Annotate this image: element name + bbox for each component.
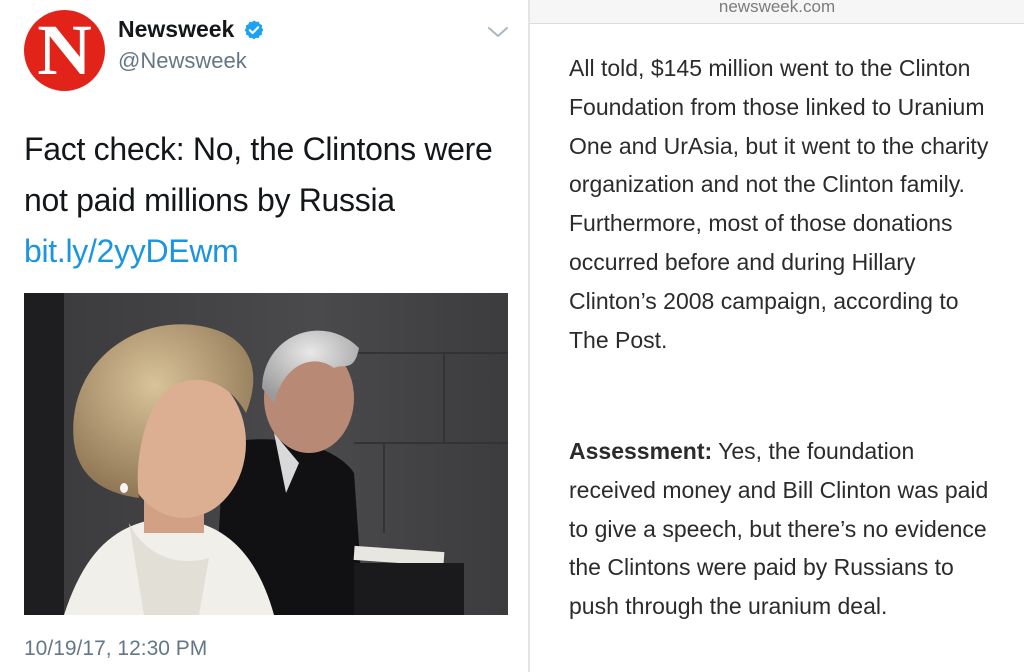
newsweek-avatar[interactable]: N <box>24 10 105 91</box>
article-paragraph-1: All told, $145 million went to the Clint… <box>569 55 989 353</box>
tweet-text: Fact check: No, the Clintons were not pa… <box>24 124 514 277</box>
avatar-letter: N <box>37 10 92 90</box>
url-text: newsweek.com <box>718 0 836 16</box>
assessment-text: Yes, the foundation received money and B… <box>569 438 989 620</box>
tweet-photo[interactable] <box>24 293 508 615</box>
browser-url-bar[interactable]: newsweek.com <box>530 0 1024 24</box>
chevron-down-icon[interactable] <box>486 24 510 40</box>
verified-badge-icon <box>244 20 264 40</box>
tweet-body: Fact check: No, the Clintons were not pa… <box>24 131 493 218</box>
article-paragraph-2: Assessment: Yes, the foundation received… <box>569 432 999 626</box>
tweet-card: N Newsweek @Newsweek Fact check: No, the… <box>0 0 528 672</box>
display-name[interactable]: Newsweek <box>118 16 234 43</box>
handle[interactable]: @Newsweek <box>118 48 247 74</box>
tweet-timestamp[interactable]: 10/19/17, 12:30 PM <box>24 637 207 661</box>
assessment-label: Assessment: <box>569 438 713 464</box>
clintons-photo-illustration <box>24 293 508 615</box>
article-screenshot: newsweek.com All told, $145 million went… <box>530 0 1024 672</box>
tweet-link[interactable]: bit.ly/2yyDEwm <box>24 226 514 277</box>
